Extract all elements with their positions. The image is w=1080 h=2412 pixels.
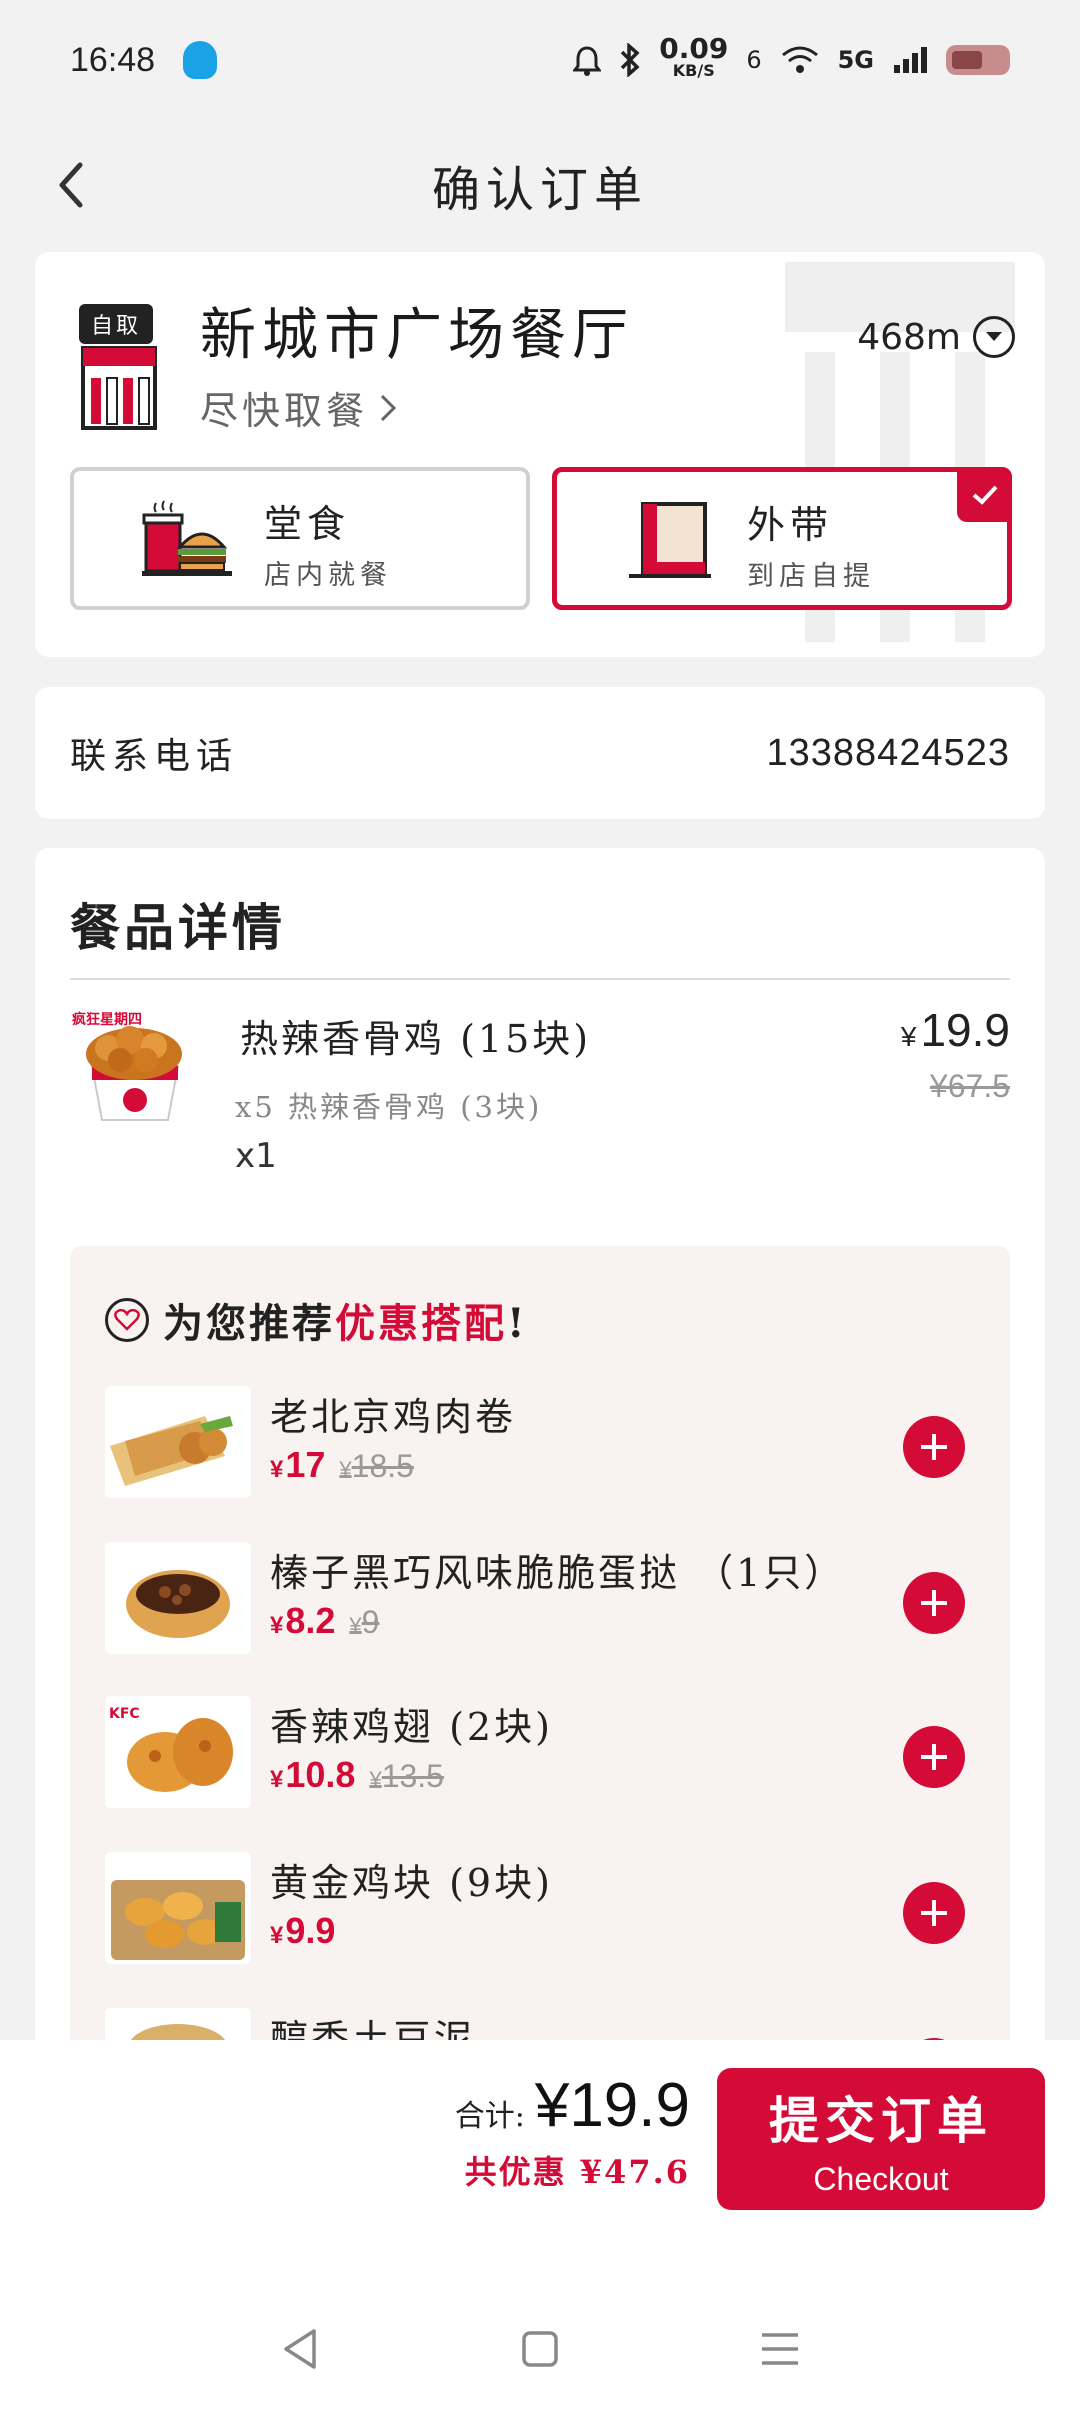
status-bar: 16:48 0.09 KB/S 6 5G bbox=[0, 0, 1080, 120]
signal-icon bbox=[894, 47, 927, 73]
add-item-button[interactable] bbox=[903, 1572, 965, 1634]
recommendation-item[interactable]: 老北京鸡肉卷 ¥17 ¥18.5 bbox=[105, 1386, 985, 1506]
main-item-name: 热辣香骨鸡 (15块) bbox=[240, 1017, 592, 1061]
plus-icon bbox=[921, 1900, 947, 1926]
recommendation-item-name: 香辣鸡翅 (2块) bbox=[270, 1705, 553, 1749]
recommendation-item-name: 黄金鸡块 (9块) bbox=[270, 1861, 553, 1905]
recommendation-item[interactable]: 黄金鸡块 (9块) ¥9.9 bbox=[105, 1852, 985, 1972]
selected-check-icon bbox=[957, 467, 1012, 522]
recommendation-item-image: KFC bbox=[105, 1696, 251, 1808]
recommendation-item-price: ¥10.8 bbox=[270, 1754, 356, 1795]
chevron-down-icon bbox=[973, 316, 1015, 358]
recommendation-item-name: 老北京鸡肉卷 bbox=[270, 1395, 517, 1439]
submit-order-label: 提交订单 bbox=[769, 2090, 993, 2150]
store-card: 自取 新城市广场餐厅 尽快取餐 468m 堂食 店内就餐 外带 到店自提 bbox=[35, 252, 1045, 657]
recommendation-item[interactable]: 榛子黑巧风味脆脆蛋挞 （1只） ¥8.2 ¥9 bbox=[105, 1542, 985, 1662]
svg-text:疯狂星期四: 疯狂星期四 bbox=[72, 1011, 142, 1028]
chevron-left-icon bbox=[59, 162, 83, 208]
add-item-button[interactable] bbox=[903, 1416, 965, 1478]
pickup-time-selector[interactable]: 尽快取餐 bbox=[200, 380, 398, 435]
contact-phone-label: 联系电话 bbox=[70, 736, 239, 777]
recommendation-item-prices: ¥9.9 bbox=[270, 1910, 335, 1952]
recommendation-title: 为您推荐优惠搭配! bbox=[105, 1291, 528, 1349]
main-item-old-price: ¥67.5 bbox=[929, 1068, 1010, 1104]
system-menu-button[interactable] bbox=[760, 2331, 800, 2371]
plus-icon bbox=[921, 1744, 947, 1770]
recommendation-item-prices: ¥10.8 ¥13.5 bbox=[270, 1754, 444, 1796]
total-summary: 合计: ¥19.9 共优惠 ¥47.6 bbox=[455, 2070, 690, 2193]
recommendation-item-prices: ¥8.2 ¥9 bbox=[270, 1600, 379, 1642]
total-value: ¥19.9 bbox=[534, 2071, 690, 2140]
page-title: 确认订单 bbox=[431, 162, 648, 218]
mode-dine-in-button[interactable]: 堂食 店内就餐 bbox=[70, 467, 530, 610]
system-back-button[interactable] bbox=[280, 2327, 320, 2375]
savings-text: 共优惠 ¥47.6 bbox=[464, 2153, 690, 2191]
distance-value: 468m bbox=[857, 316, 961, 358]
alarm-icon bbox=[573, 46, 602, 76]
battery-icon bbox=[946, 45, 1010, 75]
system-nav-bar bbox=[0, 2290, 1080, 2412]
recommendation-item-price: ¥8.2 bbox=[270, 1600, 336, 1641]
main-item-quantity: x1 bbox=[235, 1136, 277, 1176]
recommendation-item-price: ¥17 bbox=[270, 1444, 326, 1485]
total-label: 合计: bbox=[454, 2099, 525, 2134]
back-button[interactable] bbox=[36, 150, 106, 220]
recommendation-item-image bbox=[105, 1386, 251, 1498]
main-item-subtitle: x5 热辣香骨鸡 (3块) bbox=[235, 1090, 543, 1124]
system-home-button[interactable] bbox=[520, 2329, 560, 2373]
recommendation-item-old-price: ¥18.5 bbox=[339, 1448, 414, 1484]
svg-text:KFC: KFC bbox=[109, 1706, 140, 1722]
signal-label: 5G bbox=[837, 46, 874, 74]
mode-dine-in-subtitle: 店内就餐 bbox=[264, 560, 392, 591]
sim-number: 6 bbox=[746, 46, 762, 74]
main-item-price: ¥19.9 bbox=[900, 1004, 1010, 1056]
pickup-time-label: 尽快取餐 bbox=[200, 389, 369, 433]
mode-takeaway-title: 外带 bbox=[747, 503, 834, 547]
pickup-badge: 自取 bbox=[79, 304, 154, 344]
recommendation-item-old-price: ¥9 bbox=[349, 1604, 380, 1640]
net-speed: 0.09 KB/S bbox=[659, 32, 729, 81]
recommendation-item-old-price: ¥13.5 bbox=[369, 1758, 444, 1794]
mode-dine-in-title: 堂食 bbox=[264, 502, 351, 546]
divider bbox=[70, 978, 1010, 980]
recommendation-item-prices: ¥17 ¥18.5 bbox=[270, 1444, 414, 1486]
mode-takeaway-subtitle: 到店自提 bbox=[747, 561, 875, 592]
triangle-back-icon bbox=[284, 2329, 316, 2369]
qq-icon bbox=[183, 41, 218, 79]
recommendation-item[interactable]: KFC 香辣鸡翅 (2块) ¥10.8 ¥13.5 bbox=[105, 1696, 985, 1816]
add-item-button[interactable] bbox=[903, 1882, 965, 1944]
recommendation-item-price: ¥9.9 bbox=[270, 1910, 336, 1951]
wifi-icon bbox=[781, 46, 818, 73]
heart-icon bbox=[105, 1298, 149, 1342]
store-distance[interactable]: 468m bbox=[857, 316, 1015, 358]
mode-takeaway-button[interactable]: 外带 到店自提 bbox=[552, 467, 1012, 610]
order-detail-title: 餐品详情 bbox=[70, 898, 286, 957]
recommendation-item-image bbox=[105, 1852, 251, 1964]
submit-order-sublabel: Checkout bbox=[813, 2160, 949, 2197]
chevron-right-icon bbox=[380, 394, 397, 421]
clock: 16:48 bbox=[70, 40, 156, 79]
add-item-button[interactable] bbox=[903, 1726, 965, 1788]
dine-in-icon bbox=[142, 500, 232, 576]
square-home-icon bbox=[522, 2331, 558, 2367]
recommendation-item-image bbox=[105, 1542, 251, 1654]
contact-phone-row[interactable]: 联系电话 13388424523 bbox=[35, 687, 1045, 819]
store-name: 新城市广场餐厅 bbox=[200, 303, 634, 368]
submit-order-button[interactable]: 提交订单 Checkout bbox=[717, 2068, 1045, 2210]
recommendation-item-name: 榛子黑巧风味脆脆蛋挞 （1只） bbox=[270, 1551, 846, 1595]
plus-icon bbox=[921, 1590, 947, 1616]
takeaway-bag-icon bbox=[629, 502, 711, 578]
status-icons: 0.09 KB/S 6 5G bbox=[573, 32, 1010, 82]
plus-icon bbox=[921, 1434, 947, 1460]
main-item-image: 疯狂星期四 bbox=[72, 1011, 182, 1121]
menu-lines-icon bbox=[762, 2333, 798, 2365]
nav-bar: 确认订单 bbox=[0, 130, 1080, 240]
contact-phone-value: 13388424523 bbox=[766, 731, 1010, 774]
bluetooth-icon bbox=[620, 43, 640, 77]
